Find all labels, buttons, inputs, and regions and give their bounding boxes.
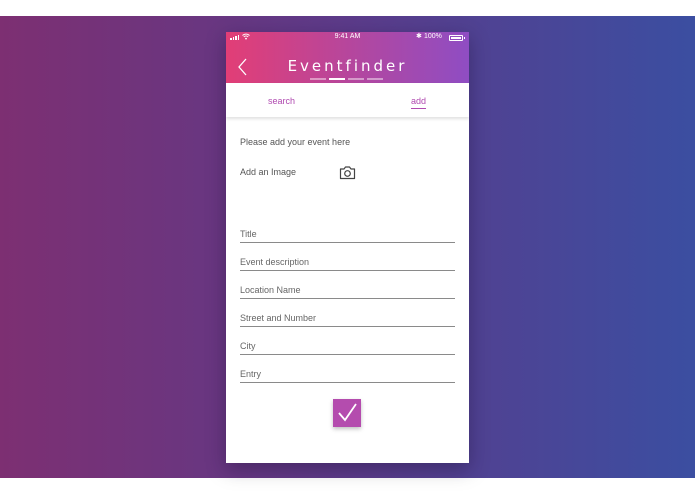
battery-percent: 100%: [424, 33, 442, 40]
battery-icon: [449, 35, 465, 41]
add-image-label: Add an Image: [240, 167, 297, 177]
page-dot: [348, 78, 364, 80]
page-dot: [367, 78, 383, 80]
status-bar: 9:41 AM ✱ 100%: [226, 32, 469, 44]
location-name-field[interactable]: [240, 282, 455, 299]
page-dot-active: [329, 78, 345, 80]
tab-add[interactable]: add: [411, 95, 427, 109]
city-field[interactable]: [240, 338, 455, 355]
page-dot: [310, 78, 326, 80]
street-field[interactable]: [240, 310, 455, 327]
bluetooth-icon: ✱: [416, 33, 422, 40]
form-intro: Please add your event here: [240, 137, 351, 147]
app-title: Eventfinder: [287, 57, 408, 75]
camera-icon[interactable]: [339, 165, 356, 180]
tab-bar: search add: [226, 83, 469, 117]
phone-screen: 9:41 AM ✱ 100% Eventfinder search add Pl…: [226, 32, 469, 463]
checkmark-icon: [338, 403, 357, 422]
submit-button[interactable]: [333, 399, 361, 427]
page-indicator: [310, 78, 383, 80]
app-header: 9:41 AM ✱ 100% Eventfinder: [226, 32, 469, 83]
title-field[interactable]: [240, 226, 455, 243]
entry-field[interactable]: [240, 366, 455, 383]
description-field[interactable]: [240, 254, 455, 271]
tab-search[interactable]: search: [268, 95, 295, 107]
